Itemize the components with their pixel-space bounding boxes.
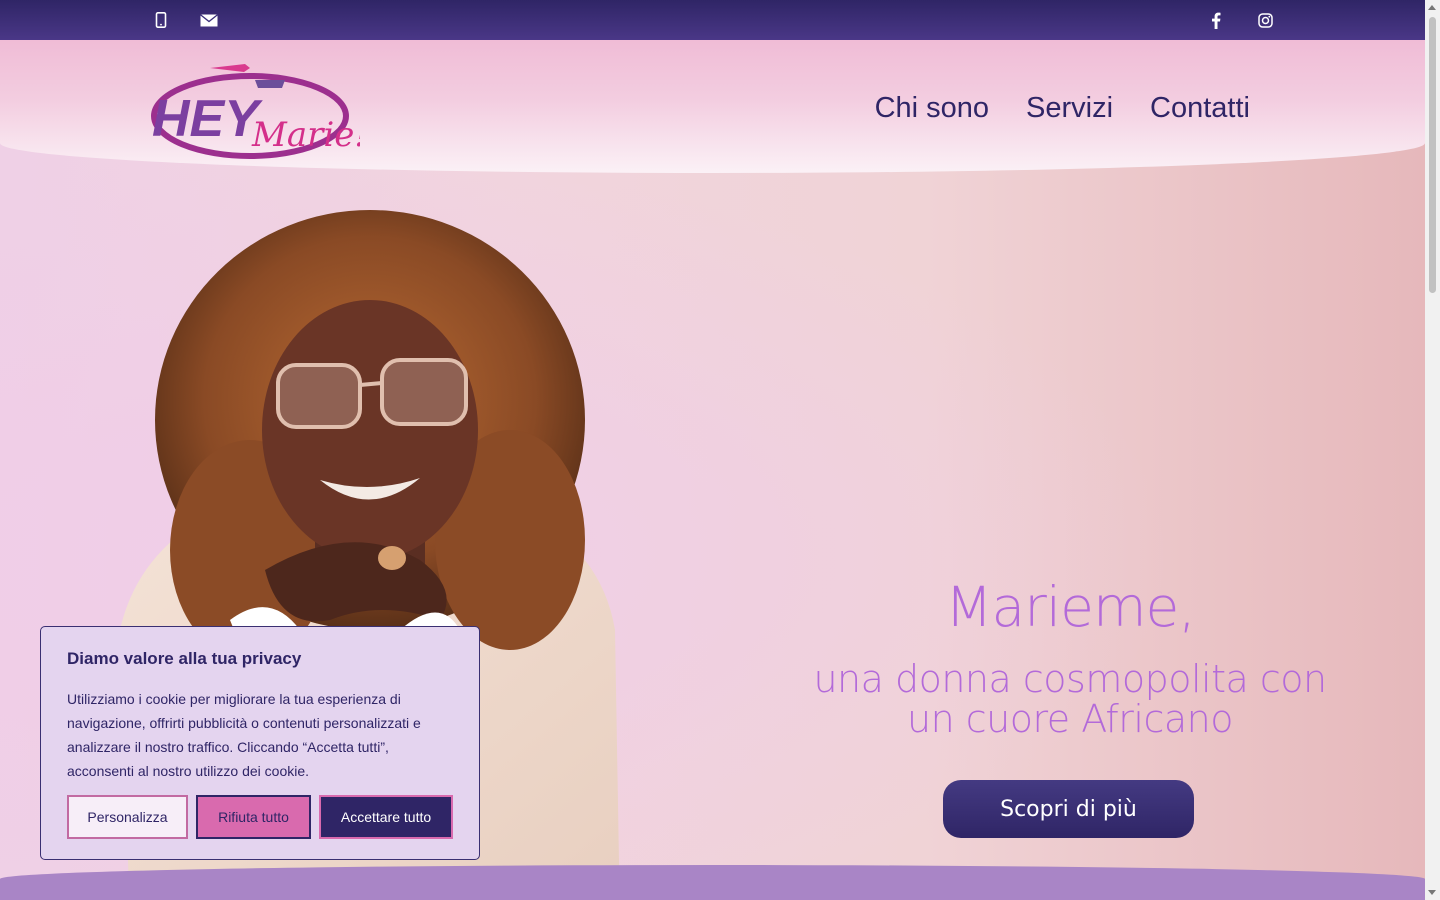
logo-marie-text: Marie! (251, 115, 360, 155)
hero-text: Marieme, una donna cosmopolita con un cu… (790, 575, 1350, 739)
page-scrollbar[interactable] (1425, 0, 1440, 900)
hey-marie-logo[interactable]: HEY Marie! (150, 58, 360, 163)
facebook-icon[interactable] (1206, 10, 1226, 30)
main-nav: Chi sono Servizi Contatti (875, 92, 1250, 125)
hero-subtitle: una donna cosmopolita con un cuore Afric… (813, 657, 1327, 741)
cookie-actions: Personalizza Rifiuta tutto Accettare tut… (67, 795, 453, 839)
scrollbar-thumb[interactable] (1429, 17, 1436, 293)
cookie-accept-button[interactable]: Accettare tutto (319, 795, 453, 839)
cookie-banner: Diamo valore alla tua privacy Utilizziam… (40, 626, 480, 860)
cookie-body: Utilizziamo i cookie per migliorare la t… (67, 691, 421, 779)
scroll-up-arrow-icon[interactable] (1428, 5, 1436, 10)
mobile-phone-icon[interactable] (151, 10, 171, 30)
logo-hey-text: HEY (152, 90, 263, 148)
discover-more-button[interactable]: Scopri di più (943, 780, 1194, 838)
cookie-reject-button[interactable]: Rifiuta tutto (196, 795, 311, 839)
hero-title: Marieme, (945, 575, 1196, 639)
nav-servizi[interactable]: Servizi (1026, 92, 1113, 125)
cookie-title: Diamo valore alla tua privacy (67, 649, 302, 668)
nav-contatti[interactable]: Contatti (1150, 92, 1250, 125)
bottom-wave (0, 865, 1425, 900)
cookie-customize-button[interactable]: Personalizza (67, 795, 188, 839)
instagram-icon[interactable] (1255, 10, 1275, 30)
nav-chi-sono[interactable]: Chi sono (875, 92, 989, 125)
top-bar (0, 0, 1425, 40)
envelope-icon[interactable] (199, 10, 219, 30)
scroll-down-arrow-icon[interactable] (1428, 890, 1436, 895)
site-header: HEY Marie! Chi sono Servizi Contatti (0, 40, 1425, 173)
